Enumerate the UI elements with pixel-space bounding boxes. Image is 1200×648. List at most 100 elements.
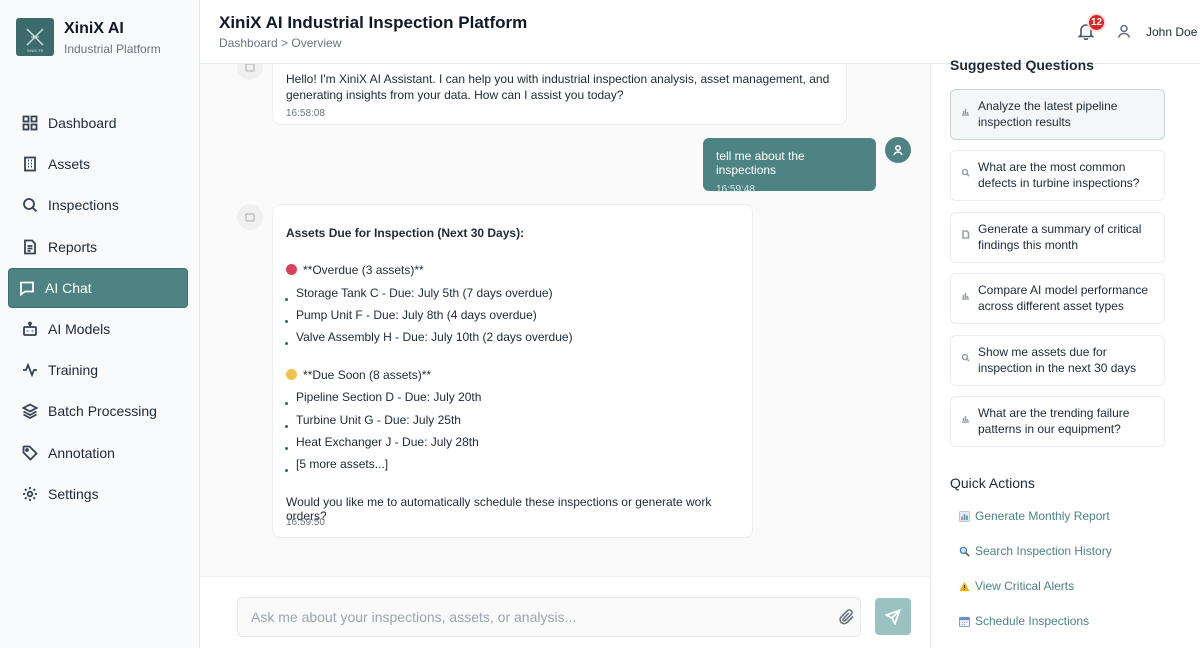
bar-chart-icon	[961, 288, 971, 300]
quick-action-link[interactable]: Schedule Inspections	[958, 614, 1089, 628]
yellow-circle-icon	[286, 369, 297, 380]
user-message: tell me about the inspections 16:59:48	[703, 138, 876, 195]
calendar-icon	[958, 615, 970, 627]
assistant-avatar	[237, 64, 263, 80]
bot-icon	[245, 64, 255, 72]
suggested-question[interactable]: What are the most common defects in turb…	[950, 150, 1165, 201]
sidebar-item-label: Training	[48, 362, 99, 379]
chat-input-area	[200, 576, 930, 648]
message-time: 16:59:50	[286, 517, 325, 528]
chart-icon	[958, 510, 970, 522]
quick-action-link[interactable]: Generate Monthly Report	[958, 509, 1110, 523]
gear-icon	[22, 486, 38, 502]
tag-icon	[22, 445, 38, 461]
warning-icon	[958, 580, 970, 592]
search-icon	[961, 350, 971, 362]
message-heading: Assets Due for Inspection (Next 30 Days)…	[286, 226, 525, 240]
brand-name: XiniX AI	[64, 20, 124, 37]
suggested-question[interactable]: Generate a summary of critical findings …	[950, 212, 1165, 263]
sidebar-item-label: Reports	[48, 238, 98, 255]
sidebar-item-batch-processing[interactable]: Batch Processing	[8, 391, 188, 431]
suggested-question[interactable]: Analyze the latest pipeline inspection r…	[950, 89, 1165, 140]
grid-icon	[22, 115, 38, 131]
bot-icon	[245, 213, 255, 222]
layers-icon	[22, 403, 38, 420]
page-title: XiniX AI Industrial Inspection Platform	[219, 13, 528, 32]
message-time: 16:59:48	[716, 184, 755, 195]
list-item: Turbine Unit G - Due: July 25th	[285, 413, 461, 428]
document-icon	[22, 239, 38, 255]
quick-action-link[interactable]: Search Inspection History	[958, 544, 1112, 558]
activity-icon	[22, 362, 38, 378]
chat-input[interactable]	[237, 597, 861, 637]
user-name[interactable]: John Doe	[1146, 25, 1197, 39]
logo-caption: XINIX.TS	[26, 48, 44, 53]
sidebar-item-dashboard[interactable]: Dashboard	[8, 103, 188, 143]
sidebar-item-label: Settings	[48, 485, 99, 502]
list-item: Storage Tank C - Due: July 5th (7 days o…	[285, 286, 553, 301]
brand: XINIX.TS XiniX AI Industrial Platform	[16, 18, 161, 56]
sidebar-item-reports[interactable]: Reports	[8, 227, 188, 267]
user-avatar	[885, 137, 911, 163]
list-item: Heat Exchanger J - Due: July 28th	[285, 435, 479, 450]
due-soon-title: **Due Soon (8 assets)**	[286, 368, 431, 382]
suggested-question[interactable]: What are the trending failure patterns i…	[950, 396, 1165, 447]
logo: XINIX.TS	[16, 18, 54, 56]
bar-chart-icon	[961, 411, 971, 423]
sidebar-item-label: AI Models	[48, 320, 111, 337]
notification-badge: 12	[1087, 13, 1106, 32]
document-icon	[961, 227, 971, 239]
search-icon	[961, 165, 971, 177]
right-panel: Suggested Questions Analyze the latest p…	[930, 57, 1200, 648]
message-closing: Would you like me to automatically sched…	[286, 495, 712, 523]
quick-actions-title: Quick Actions	[950, 475, 1035, 491]
building-icon	[22, 156, 38, 172]
breadcrumb[interactable]: Dashboard > Overview	[219, 36, 341, 50]
send-icon	[885, 608, 901, 625]
robot-icon	[22, 321, 38, 337]
sidebar-item-label: AI Chat	[45, 279, 92, 296]
list-item: Pipeline Section D - Due: July 20th	[285, 390, 481, 405]
sidebar-item-label: Assets	[48, 156, 91, 173]
red-circle-icon	[286, 264, 297, 275]
sidebar-item-ai-chat[interactable]: AI Chat	[8, 267, 188, 308]
list-item: [5 more assets...]	[285, 457, 388, 472]
user-icon[interactable]	[1116, 23, 1132, 39]
sidebar-nav: Dashboard Assets Inspections Reports AI …	[8, 103, 188, 515]
sidebar-item-ai-models[interactable]: AI Models	[8, 309, 188, 349]
assistant-avatar	[237, 204, 263, 230]
chat-icon	[19, 280, 35, 296]
message-text: Hello! I'm XiniX AI Assistant. I can hel…	[286, 72, 830, 102]
suggested-questions-title: Suggested Questions	[950, 57, 1094, 73]
search-icon	[22, 197, 38, 213]
bar-chart-icon	[961, 104, 971, 116]
sidebar-item-settings[interactable]: Settings	[8, 474, 188, 514]
top-header: XiniX AI Industrial Inspection Platform …	[200, 0, 1200, 64]
brand-subtitle: Industrial Platform	[64, 42, 161, 56]
assistant-message: Assets Due for Inspection (Next 30 Days)…	[272, 204, 753, 538]
message-text: tell me about the inspections	[716, 149, 805, 177]
send-button[interactable]	[875, 598, 911, 635]
list-item: Valve Assembly H - Due: July 10th (2 day…	[285, 330, 573, 345]
user-icon	[893, 144, 903, 156]
assistant-message: Hello! I'm XiniX AI Assistant. I can hel…	[272, 64, 847, 125]
chat-panel[interactable]: Hello! I'm XiniX AI Assistant. I can hel…	[200, 64, 930, 576]
sidebar-item-inspections[interactable]: Inspections	[8, 185, 188, 225]
sidebar-item-assets[interactable]: Assets	[8, 144, 188, 184]
sidebar-item-label: Annotation	[48, 444, 115, 461]
sidebar-item-label: Inspections	[48, 197, 119, 214]
magnifier-icon	[958, 545, 970, 557]
quick-action-link[interactable]: View Critical Alerts	[958, 579, 1074, 593]
sidebar-item-label: Dashboard	[48, 115, 117, 131]
suggested-question[interactable]: Show me assets due for inspection in the…	[950, 335, 1165, 386]
logo-mark-icon	[26, 28, 44, 46]
sidebar-item-training[interactable]: Training	[8, 350, 188, 390]
message-time: 16:58:08	[286, 108, 325, 119]
list-item: Pump Unit F - Due: July 8th (4 days over…	[285, 308, 537, 323]
sidebar-item-annotation[interactable]: Annotation	[8, 433, 188, 473]
sidebar: XINIX.TS XiniX AI Industrial Platform Da…	[0, 0, 200, 648]
sidebar-item-label: Batch Processing	[48, 403, 157, 420]
suggested-question[interactable]: Compare AI model performance across diff…	[950, 273, 1165, 324]
paperclip-icon[interactable]	[838, 608, 856, 626]
overdue-title: **Overdue (3 assets)**	[286, 263, 424, 277]
